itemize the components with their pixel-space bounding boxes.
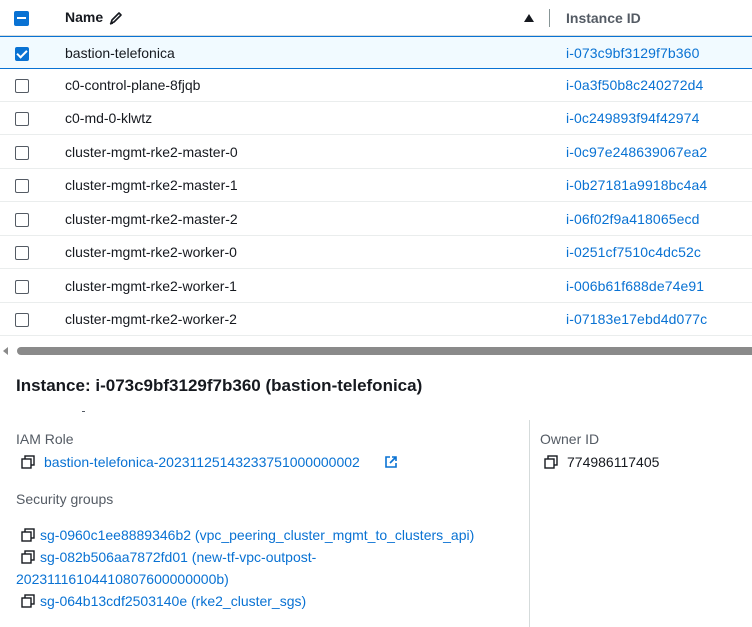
- row-checkbox[interactable]: [15, 146, 29, 160]
- copy-icon[interactable]: [21, 528, 35, 542]
- row-checkbox[interactable]: [15, 246, 29, 260]
- row-checkbox[interactable]: [15, 179, 29, 193]
- instance-name: cluster-mgmt-rke2-worker-0: [65, 244, 237, 260]
- copy-icon[interactable]: [544, 455, 558, 469]
- instance-id-link[interactable]: i-06f02f9a418065ecd: [566, 211, 699, 227]
- table-row[interactable]: c0-control-plane-8fjqb i-0a3f50b8c240272…: [0, 69, 752, 102]
- column-header-instance-id[interactable]: Instance ID: [566, 10, 641, 26]
- owner-id-value: 774986117405: [567, 454, 660, 470]
- security-group-link-continued[interactable]: 20231116104410807600000000b): [16, 571, 229, 587]
- instance-name: cluster-mgmt-rke2-worker-1: [65, 278, 237, 294]
- table-row[interactable]: cluster-mgmt-rke2-master-1 i-0b27181a991…: [0, 169, 752, 202]
- horizontal-scrollbar[interactable]: [0, 344, 752, 358]
- instance-id-link[interactable]: i-07183e17ebd4d077c: [566, 311, 707, 327]
- row-checkbox[interactable]: [15, 112, 29, 126]
- instance-id-link[interactable]: i-0251cf7510c4dc52c: [566, 244, 701, 260]
- instance-details-panel: Instance: i-073c9bf3129f7b360 (bastion-t…: [0, 358, 752, 627]
- instance-name: cluster-mgmt-rke2-master-1: [65, 177, 238, 193]
- table-row[interactable]: c0-md-0-klwtz i-0c249893f94f42974: [0, 102, 752, 135]
- row-checkbox[interactable]: [15, 280, 29, 294]
- instance-name: cluster-mgmt-rke2-worker-2: [65, 311, 237, 327]
- instance-id-link[interactable]: i-0c249893f94f42974: [566, 110, 699, 126]
- security-group-link[interactable]: sg-064b13cdf2503140e (rke2_cluster_sgs): [40, 593, 306, 609]
- instance-id-link[interactable]: i-0c97e248639067ea2: [566, 144, 707, 160]
- row-checkbox[interactable]: [15, 47, 29, 61]
- row-checkbox[interactable]: [15, 213, 29, 227]
- row-checkbox[interactable]: [15, 79, 29, 93]
- instance-id-link[interactable]: i-073c9bf3129f7b360: [566, 45, 699, 61]
- column-divider: [529, 420, 530, 627]
- copy-icon[interactable]: [21, 550, 35, 564]
- copy-icon[interactable]: [21, 455, 35, 469]
- instance-id-link[interactable]: i-0a3f50b8c240272d4: [566, 77, 703, 93]
- table-row[interactable]: cluster-mgmt-rke2-master-2 i-06f02f9a418…: [0, 203, 752, 236]
- table-row[interactable]: cluster-mgmt-rke2-worker-0 i-0251cf7510c…: [0, 236, 752, 269]
- details-title: Instance: i-073c9bf3129f7b360 (bastion-t…: [16, 376, 423, 395]
- select-all-checkbox[interactable]: [14, 11, 29, 26]
- table-row[interactable]: cluster-mgmt-rke2-worker-1 i-006b61f688d…: [0, 270, 752, 303]
- security-group-link[interactable]: sg-0960c1ee8889346b2 (vpc_peering_cluste…: [40, 527, 474, 543]
- instance-id-link[interactable]: i-006b61f688de74e91: [566, 278, 704, 294]
- external-link-icon[interactable]: [384, 455, 398, 469]
- scroll-thumb[interactable]: [17, 347, 752, 355]
- column-divider[interactable]: [549, 9, 550, 27]
- instance-id-link[interactable]: i-0b27181a9918bc4a4: [566, 177, 707, 193]
- instance-name: cluster-mgmt-rke2-master-0: [65, 144, 238, 160]
- table-row[interactable]: bastion-telefonica i-073c9bf3129f7b360: [0, 36, 752, 69]
- iam-role-label: IAM Role: [16, 431, 74, 447]
- table-header: Name Instance ID: [0, 0, 752, 36]
- column-header-name[interactable]: Name: [65, 9, 103, 25]
- divider: [82, 411, 85, 412]
- security-groups-label: Security groups: [16, 491, 114, 507]
- security-group-link[interactable]: sg-082b506aa7872fd01 (new-tf-vpc-outpost…: [40, 549, 316, 565]
- instance-name: c0-control-plane-8fjqb: [65, 77, 201, 93]
- table-row[interactable]: cluster-mgmt-rke2-worker-2 i-07183e17ebd…: [0, 303, 752, 336]
- copy-icon[interactable]: [21, 594, 35, 608]
- iam-role-link[interactable]: bastion-telefonica-202311251432337510000…: [44, 454, 360, 470]
- owner-id-label: Owner ID: [540, 431, 600, 447]
- instance-name: bastion-telefonica: [65, 45, 175, 61]
- instance-name: c0-md-0-klwtz: [65, 110, 153, 126]
- instance-name: cluster-mgmt-rke2-master-2: [65, 211, 238, 227]
- sort-ascending-icon[interactable]: [524, 14, 534, 22]
- scroll-left-arrow-icon[interactable]: [3, 347, 8, 355]
- table-row[interactable]: cluster-mgmt-rke2-master-0 i-0c97e248639…: [0, 136, 752, 169]
- row-checkbox[interactable]: [15, 313, 29, 327]
- pencil-icon[interactable]: [108, 10, 124, 26]
